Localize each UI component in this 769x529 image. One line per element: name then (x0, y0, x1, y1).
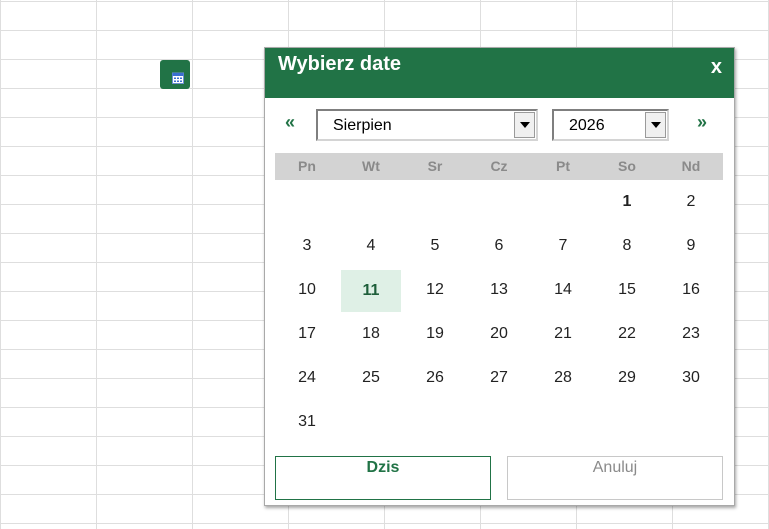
day-cell[interactable]: 6 (467, 224, 531, 268)
day-cell[interactable]: 2 (659, 180, 723, 224)
month-dropdown-arrow[interactable] (514, 112, 535, 138)
empty-day-cell (531, 180, 595, 224)
empty-day-cell (403, 180, 467, 224)
year-select[interactable]: 2026 (552, 109, 669, 141)
day-grid: 1 2 3 4 5 6 7 8 9 10 11 12 13 14 15 16 17 18 19 20 21 22 23 24 2… (275, 180, 723, 444)
previous-month-button[interactable]: « (285, 112, 295, 132)
day-cell[interactable]: 15 (595, 268, 659, 312)
cancel-button[interactable]: Anuluj (507, 456, 723, 500)
weekday-label: Cz (490, 158, 508, 174)
day-cell[interactable]: 19 (403, 312, 467, 356)
day-cell[interactable]: 1 (595, 180, 659, 224)
next-month-button[interactable]: » (697, 112, 707, 132)
calendar-icon (171, 72, 184, 84)
calendar-picker-button[interactable] (160, 60, 190, 89)
day-cell[interactable]: 13 (467, 268, 531, 312)
day-cell[interactable]: 16 (659, 268, 723, 312)
weekday-label: So (618, 158, 636, 174)
empty-day-cell (339, 400, 403, 444)
day-cell[interactable]: 3 (275, 224, 339, 268)
day-cell[interactable]: 14 (531, 268, 595, 312)
day-cell[interactable]: 10 (275, 268, 339, 312)
day-cell[interactable]: 24 (275, 356, 339, 400)
empty-day-cell (339, 180, 403, 224)
empty-day-cell (595, 400, 659, 444)
day-cell[interactable]: 20 (467, 312, 531, 356)
month-select[interactable]: Sierpien (316, 109, 538, 141)
weekday-header: Pn Wt Sr Cz Pt So Nd (275, 153, 723, 180)
weekday-label: Wt (362, 158, 380, 174)
month-select-value: Sierpien (333, 117, 392, 134)
day-cell[interactable]: 17 (275, 312, 339, 356)
day-cell[interactable]: 27 (467, 356, 531, 400)
year-select-value: 2026 (569, 117, 605, 134)
weekday-label: Pt (556, 158, 570, 174)
day-cell[interactable]: 28 (531, 356, 595, 400)
today-button[interactable]: Dzis (275, 456, 491, 500)
day-cell[interactable]: 23 (659, 312, 723, 356)
day-cell[interactable]: 8 (595, 224, 659, 268)
empty-day-cell (659, 400, 723, 444)
day-cell[interactable]: 4 (339, 224, 403, 268)
day-cell-selected[interactable]: 11 (341, 270, 401, 312)
empty-day-cell (467, 400, 531, 444)
day-cell[interactable]: 31 (275, 400, 339, 444)
day-cell[interactable]: 21 (531, 312, 595, 356)
chevron-down-icon (650, 122, 661, 128)
day-cell[interactable]: 18 (339, 312, 403, 356)
date-picker-dialog: Wybierz date x « Sierpien 2026 » Pn Wt S… (264, 47, 735, 506)
empty-day-cell (275, 180, 339, 224)
day-cell[interactable]: 25 (339, 356, 403, 400)
day-cell[interactable]: 22 (595, 312, 659, 356)
weekday-label: Sr (427, 158, 443, 174)
empty-day-cell (531, 400, 595, 444)
chevron-down-icon (519, 122, 530, 128)
day-cell[interactable]: 7 (531, 224, 595, 268)
day-cell[interactable]: 26 (403, 356, 467, 400)
dialog-title: Wybierz date (278, 53, 401, 75)
empty-day-cell (467, 180, 531, 224)
weekday-label: Pn (298, 158, 316, 174)
day-cell[interactable]: 5 (403, 224, 467, 268)
year-dropdown-arrow[interactable] (645, 112, 666, 138)
weekday-label: Nd (681, 158, 701, 174)
day-cell[interactable]: 29 (595, 356, 659, 400)
day-cell[interactable]: 9 (659, 224, 723, 268)
day-cell[interactable]: 12 (403, 268, 467, 312)
empty-day-cell (403, 400, 467, 444)
close-button[interactable]: x (711, 55, 722, 79)
day-cell[interactable]: 30 (659, 356, 723, 400)
dialog-titlebar: Wybierz date x (265, 48, 734, 98)
